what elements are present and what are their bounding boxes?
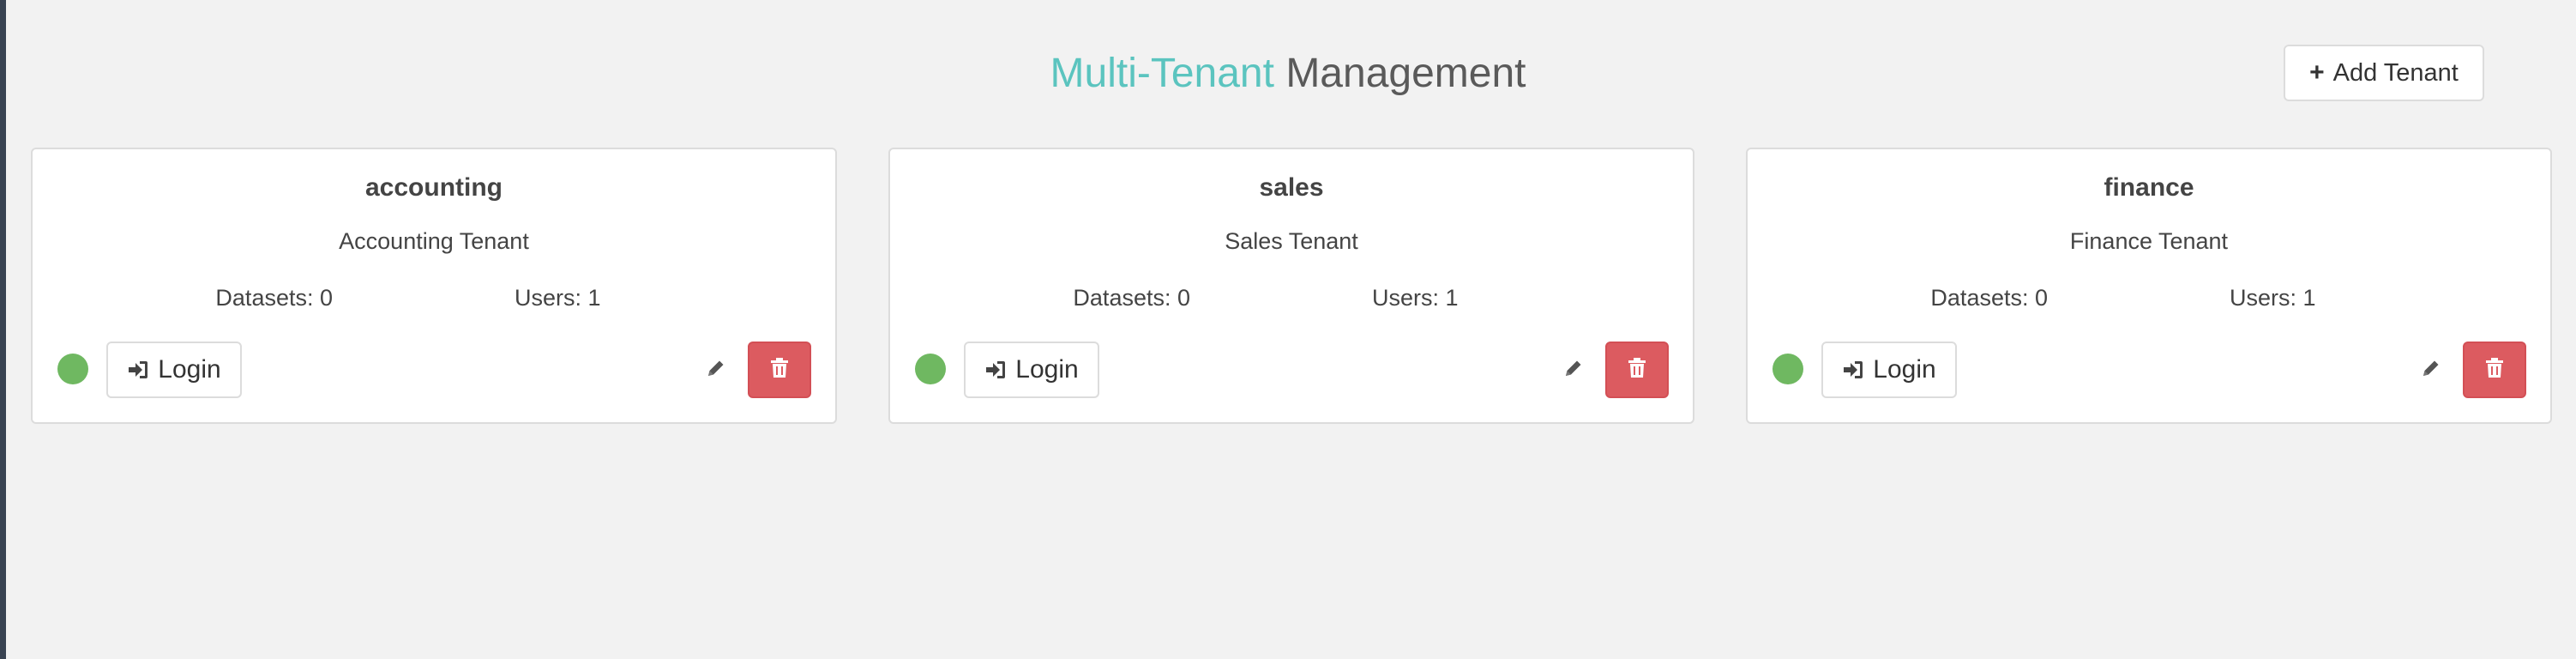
sign-in-icon bbox=[984, 360, 1007, 380]
status-indicator bbox=[57, 354, 88, 384]
tenant-users-count: Users: 1 bbox=[1372, 285, 1459, 311]
add-tenant-label: Add Tenant bbox=[2332, 58, 2459, 87]
add-tenant-button[interactable]: + Add Tenant bbox=[2284, 45, 2484, 101]
tenant-description: Finance Tenant bbox=[2069, 228, 2229, 254]
tenant-name: finance bbox=[2104, 173, 2194, 202]
tenant-datasets-count: Datasets: 0 bbox=[1073, 285, 1190, 311]
tenant-name: sales bbox=[1259, 173, 1324, 202]
tenant-description: Accounting Tenant bbox=[339, 228, 529, 254]
tenant-datasets-count: Datasets: 0 bbox=[215, 285, 333, 311]
delete-button[interactable] bbox=[1605, 342, 1669, 398]
trash-icon bbox=[2485, 357, 2504, 383]
tenant-card: sales Sales Tenant Datasets: 0 Users: 1 … bbox=[888, 148, 1694, 424]
sign-in-icon bbox=[1842, 360, 1864, 380]
login-button[interactable]: Login bbox=[1821, 342, 1957, 398]
sign-in-icon bbox=[127, 360, 149, 380]
edit-button[interactable] bbox=[700, 354, 732, 386]
login-label: Login bbox=[1015, 355, 1079, 384]
delete-button[interactable] bbox=[2463, 342, 2526, 398]
edit-button[interactable] bbox=[2415, 354, 2447, 386]
page-title-accent: Multi-Tenant bbox=[1050, 51, 1274, 96]
status-indicator bbox=[1773, 354, 1803, 384]
login-button[interactable]: Login bbox=[964, 342, 1099, 398]
page-title: Multi-Tenant Management bbox=[0, 48, 2576, 100]
tenant-users-count: Users: 1 bbox=[2230, 285, 2316, 311]
pencil-icon bbox=[2421, 358, 2441, 383]
status-indicator bbox=[915, 354, 946, 384]
pencil-icon bbox=[706, 358, 726, 383]
tenant-card: finance Finance Tenant Datasets: 0 Users… bbox=[1746, 148, 2552, 424]
tenant-datasets-count: Datasets: 0 bbox=[1930, 285, 2048, 311]
trash-icon bbox=[770, 357, 789, 383]
edit-button[interactable] bbox=[1557, 354, 1590, 386]
login-label: Login bbox=[1873, 355, 1936, 384]
pencil-icon bbox=[1563, 358, 1584, 383]
tenant-description: Sales Tenant bbox=[1225, 228, 1358, 254]
login-label: Login bbox=[158, 355, 221, 384]
tenant-card: accounting Accounting Tenant Datasets: 0… bbox=[31, 148, 837, 424]
page-title-main: Management bbox=[1285, 51, 1526, 96]
tenant-users-count: Users: 1 bbox=[515, 285, 601, 311]
login-button[interactable]: Login bbox=[106, 342, 242, 398]
plus-icon: + bbox=[2309, 58, 2325, 87]
tenant-name: accounting bbox=[364, 173, 503, 202]
delete-button[interactable] bbox=[748, 342, 811, 398]
trash-icon bbox=[1628, 357, 1646, 383]
